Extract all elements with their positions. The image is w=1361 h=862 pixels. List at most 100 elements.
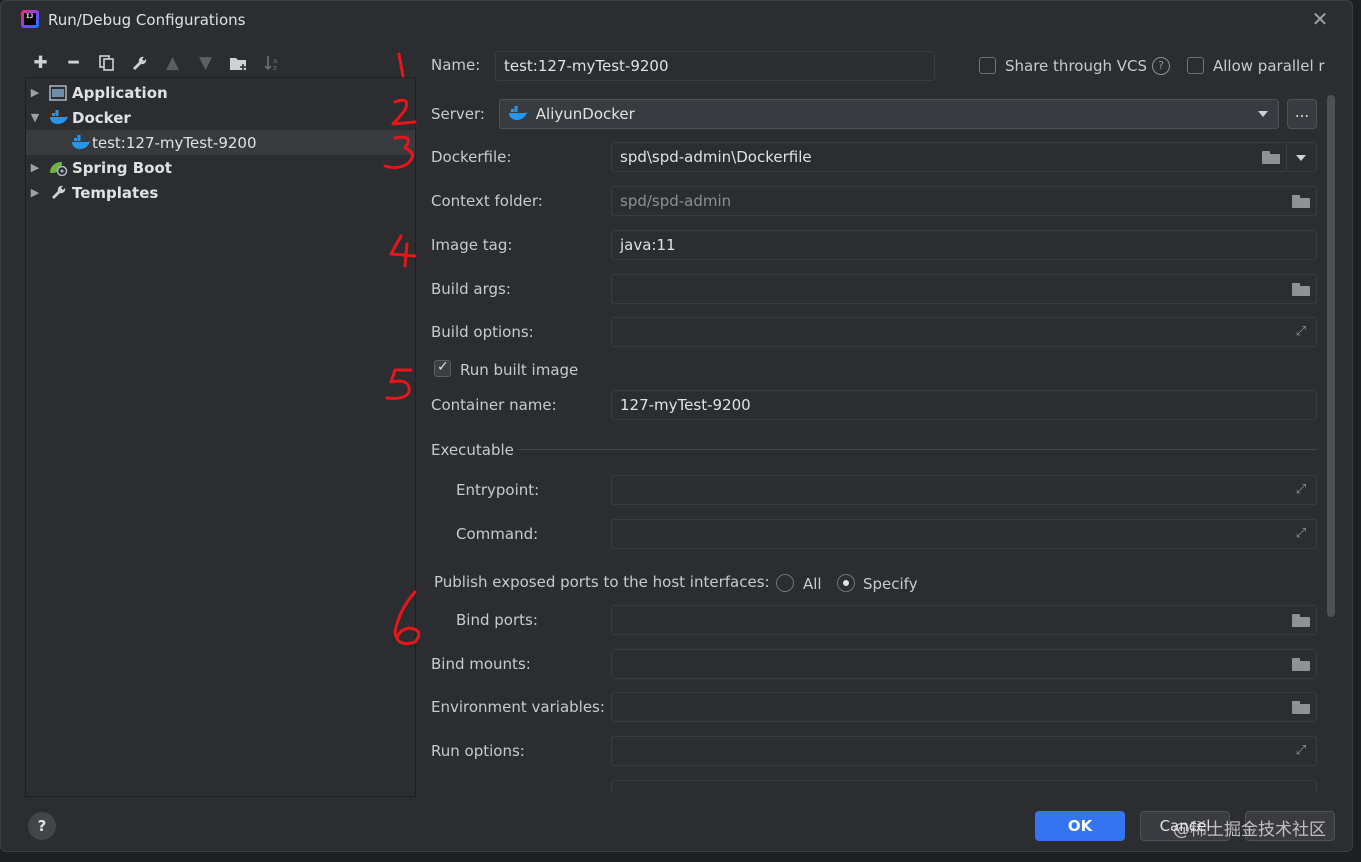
expand-icon[interactable]: ⤢ xyxy=(1292,743,1310,759)
build-args-label: Build args: xyxy=(431,280,511,298)
folder-icon[interactable] xyxy=(1292,699,1310,715)
allow-parallel-label: Allow parallel run xyxy=(1213,57,1325,75)
dockerfile-label: Dockerfile: xyxy=(431,148,512,166)
folder-icon[interactable] xyxy=(1292,193,1310,209)
command-preview-field xyxy=(611,780,1317,791)
command-label: Command: xyxy=(456,525,539,543)
executable-section-title: Executable xyxy=(431,441,514,459)
section-divider xyxy=(517,449,1317,450)
name-value: test:127-myTest-9200 xyxy=(504,57,669,75)
configurations-tree: ▶ Application ▼ Docker test:127-myTest-9… xyxy=(25,77,416,797)
wrench-icon xyxy=(48,184,68,202)
server-label: Server: xyxy=(431,105,485,123)
container-name-value: 127-myTest-9200 xyxy=(620,396,751,414)
folder-icon[interactable] xyxy=(1292,612,1310,628)
env-vars-field[interactable] xyxy=(611,692,1317,722)
move-up-icon[interactable]: ▲ xyxy=(159,52,186,74)
publish-ports-label: Publish exposed ports to the host interf… xyxy=(434,573,770,591)
share-vcs-label: Share through VCS xyxy=(1005,57,1148,75)
tree-item-application[interactable]: ▶ Application xyxy=(26,80,415,105)
run-built-image-label: Run built image xyxy=(460,361,579,379)
expand-arrow-icon[interactable]: ▶ xyxy=(28,86,42,100)
share-vcs-checkbox[interactable] xyxy=(979,57,996,74)
collapse-arrow-icon[interactable]: ▼ xyxy=(28,111,42,125)
run-built-image-checkbox[interactable] xyxy=(434,359,451,377)
spring-boot-icon xyxy=(48,159,68,177)
run-debug-dialog: IJ Run/Debug Configurations ✕ ✚ ━ ▲ ▼ az xyxy=(0,0,1353,852)
run-options-field[interactable]: ⤢ xyxy=(611,736,1317,766)
bind-ports-field[interactable] xyxy=(611,605,1317,635)
allow-parallel-checkbox[interactable] xyxy=(1187,57,1204,74)
wrench-icon[interactable] xyxy=(126,52,153,74)
expand-icon[interactable]: ⤢ xyxy=(1292,482,1310,498)
command-field[interactable]: ⤢ xyxy=(611,519,1317,549)
tree-item-label: Docker xyxy=(72,108,131,127)
tree-item-label: test:127-myTest-9200 xyxy=(92,133,257,152)
watermark: @稀土掘金技术社区 xyxy=(1173,820,1326,840)
docker-icon xyxy=(48,109,68,127)
copy-icon[interactable] xyxy=(93,52,120,74)
container-name-field[interactable]: 127-myTest-9200 xyxy=(611,390,1317,420)
tree-item-docker-config[interactable]: test:127-myTest-9200 xyxy=(26,130,415,155)
configurations-panel: ✚ ━ ▲ ▼ az ▶ Application ▼ Docker test:1… xyxy=(17,45,417,797)
remove-icon[interactable]: ━ xyxy=(60,52,87,74)
bind-mounts-label: Bind mounts: xyxy=(431,655,531,673)
folder-icon[interactable] xyxy=(1292,281,1310,297)
tree-item-spring-boot[interactable]: ▶ Spring Boot xyxy=(26,155,415,180)
expand-icon[interactable]: ⤢ xyxy=(1292,526,1310,542)
help-button[interactable]: ? xyxy=(28,812,56,840)
configurations-toolbar: ✚ ━ ▲ ▼ az xyxy=(27,51,285,75)
server-combo[interactable]: AliyunDocker xyxy=(499,99,1279,129)
server-more-button[interactable]: ... xyxy=(1287,99,1317,129)
folder-icon[interactable] xyxy=(1292,656,1310,672)
entrypoint-field[interactable]: ⤢ xyxy=(611,475,1317,505)
build-options-field[interactable]: ⤢ xyxy=(611,317,1317,347)
dockerfile-field[interactable]: spd\spd-admin\Dockerfile xyxy=(611,142,1287,172)
expand-icon[interactable]: ⤢ xyxy=(1292,324,1310,340)
radio-specify[interactable] xyxy=(837,574,855,592)
application-icon xyxy=(48,84,68,102)
new-folder-icon[interactable] xyxy=(225,52,252,74)
dockerfile-value: spd\spd-admin\Dockerfile xyxy=(620,148,812,166)
entrypoint-label: Entrypoint: xyxy=(456,481,540,499)
window-title: Run/Debug Configurations xyxy=(48,11,246,29)
folder-icon[interactable] xyxy=(1262,149,1280,165)
container-name-label: Container name: xyxy=(431,396,557,414)
build-args-field[interactable] xyxy=(611,274,1317,304)
image-tag-label: Image tag: xyxy=(431,236,513,254)
image-tag-field[interactable]: java:11 xyxy=(611,230,1317,260)
close-icon[interactable]: ✕ xyxy=(1310,9,1330,29)
configuration-form: Name: test:127-myTest-9200 Share through… xyxy=(419,45,1325,791)
tree-item-templates[interactable]: ▶ Templates xyxy=(26,180,415,205)
tree-item-docker[interactable]: ▼ Docker xyxy=(26,105,415,130)
expand-arrow-icon[interactable]: ▶ xyxy=(28,161,42,175)
help-icon[interactable]: ? xyxy=(1152,57,1170,75)
sort-icon[interactable]: az xyxy=(258,52,285,74)
context-folder-value: spd/spd-admin xyxy=(620,192,732,210)
bind-mounts-field[interactable] xyxy=(611,649,1317,679)
radio-all[interactable] xyxy=(776,574,794,592)
title-bar: IJ Run/Debug Configurations ✕ xyxy=(1,1,1352,39)
radio-all-label: All xyxy=(803,575,822,593)
ok-button[interactable]: OK xyxy=(1035,811,1125,841)
context-folder-label: Context folder: xyxy=(431,192,543,210)
image-tag-value: java:11 xyxy=(620,236,676,254)
build-options-label: Build options: xyxy=(431,323,534,341)
form-scrollbar[interactable] xyxy=(1327,95,1335,617)
dockerfile-dropdown-button[interactable] xyxy=(1287,142,1317,172)
tree-item-label: Application xyxy=(72,83,168,102)
svg-text:z: z xyxy=(273,64,277,71)
docker-icon xyxy=(70,134,90,152)
name-field[interactable]: test:127-myTest-9200 xyxy=(495,51,935,81)
run-options-label: Run options: xyxy=(431,742,525,760)
context-folder-field[interactable]: spd/spd-admin xyxy=(611,186,1317,216)
add-icon[interactable]: ✚ xyxy=(27,52,54,74)
chevron-down-icon xyxy=(1258,111,1268,117)
move-down-icon[interactable]: ▼ xyxy=(192,52,219,74)
expand-arrow-icon[interactable]: ▶ xyxy=(28,186,42,200)
name-label: Name: xyxy=(431,56,481,74)
bind-ports-label: Bind ports: xyxy=(456,611,538,629)
tree-item-label: Spring Boot xyxy=(72,158,172,177)
intellij-logo-icon: IJ xyxy=(21,10,39,28)
env-vars-label: Environment variables: xyxy=(431,698,605,716)
